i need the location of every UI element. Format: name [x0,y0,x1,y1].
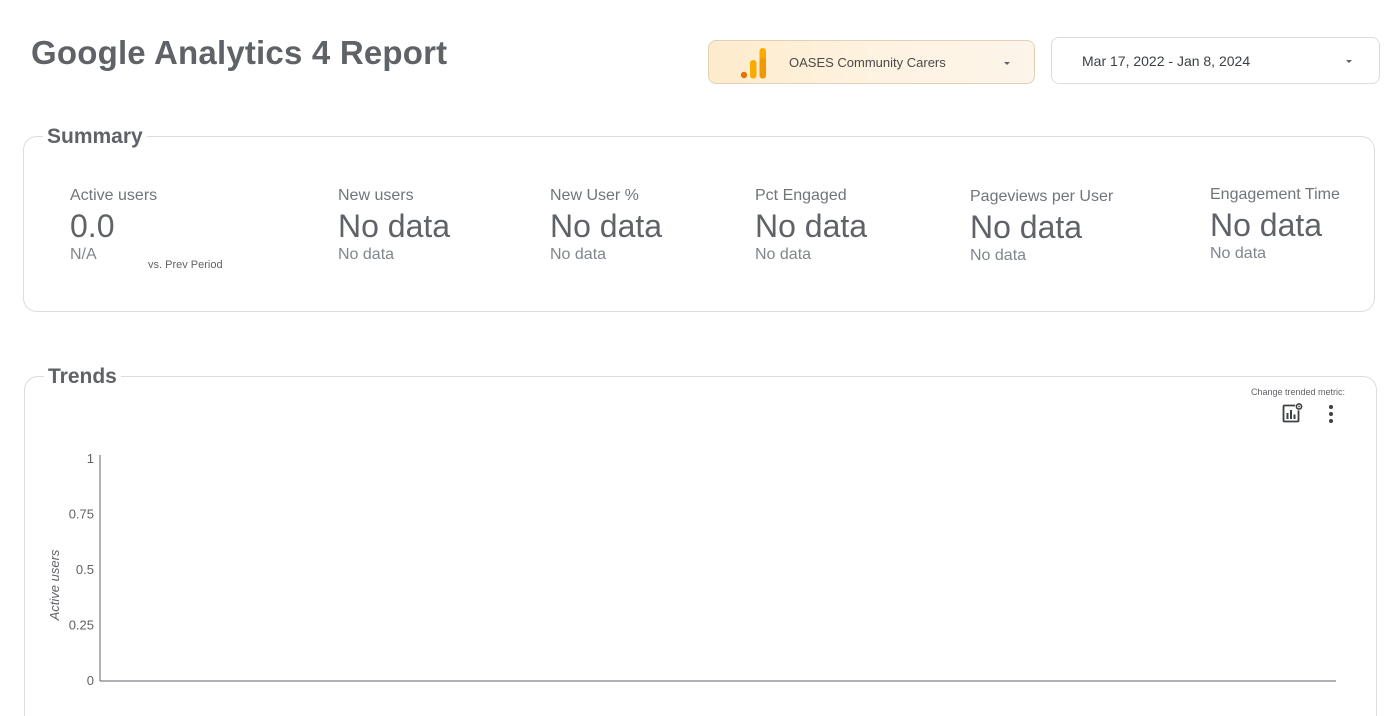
y-tick-label: 0.5 [76,562,94,577]
metric-value: No data [338,208,451,244]
metric-change: No data [755,246,812,263]
google-analytics-logo-icon [740,48,766,79]
metric-pct-engaged[interactable]: Pct Engaged No data No data [755,187,867,264]
metric-label: Engagement Time [1210,186,1340,203]
metric-value: No data [550,208,663,244]
metric-engagement-time[interactable]: Engagement Time No data No data [1210,186,1340,263]
account-picker[interactable]: OASES Community Carers [708,40,1035,84]
y-tick-label: 1 [87,451,94,466]
metric-value: No data [755,208,868,244]
y-tick-label: 0.75 [69,507,94,522]
metric-label: New User % [550,187,639,204]
metric-change: No data [1210,245,1267,262]
report-page: Google Analytics 4 Report OASES Communit… [0,0,1388,716]
trends-panel: Trends Change trended metric: 1 0.75 0.5 0.… [24,365,1377,716]
chevron-down-icon [1004,62,1010,65]
metric-new-user-pct[interactable]: New User % No data No data [550,187,662,264]
metric-change: No data [550,246,607,263]
summary-panel: Summary Active users 0.0 N/A vs. Prev Pe… [23,125,1375,312]
y-tick-label: 0.25 [69,618,94,633]
metric-pageviews-per-user[interactable]: Pageviews per User No data No data [970,188,1113,265]
date-range-label: Mar 17, 2022 - Jan 8, 2024 [1082,53,1251,69]
metric-label: Pct Engaged [755,187,847,204]
metric-change: No data [338,246,395,263]
metric-change: No data [970,247,1027,264]
y-axis-title: Active users [47,549,62,621]
metric-value: No data [1210,207,1323,243]
metric-label: Active users [70,187,158,204]
report-title: Google Analytics 4 Report [31,34,448,71]
date-range-picker[interactable]: Mar 17, 2022 - Jan 8, 2024 [1051,37,1380,84]
metric-active-users[interactable]: Active users 0.0 N/A vs. Prev Period [70,187,223,271]
chevron-down-icon [1346,60,1352,63]
metric-change: N/A [70,246,97,263]
metric-value: No data [970,209,1083,245]
summary-title: Summary [43,125,147,149]
y-tick-label: 0 [87,673,94,688]
metric-label: New users [338,187,414,204]
metric-label: Pageviews per User [970,188,1114,205]
metric-value: 0.0 [70,208,115,244]
account-label: OASES Community Carers [789,55,946,70]
metric-new-users[interactable]: New users No data No data [338,187,450,264]
metric-compare-label: vs. Prev Period [148,259,223,271]
trend-chart: 1 0.75 0.5 0.25 0 Active users [47,451,1336,688]
